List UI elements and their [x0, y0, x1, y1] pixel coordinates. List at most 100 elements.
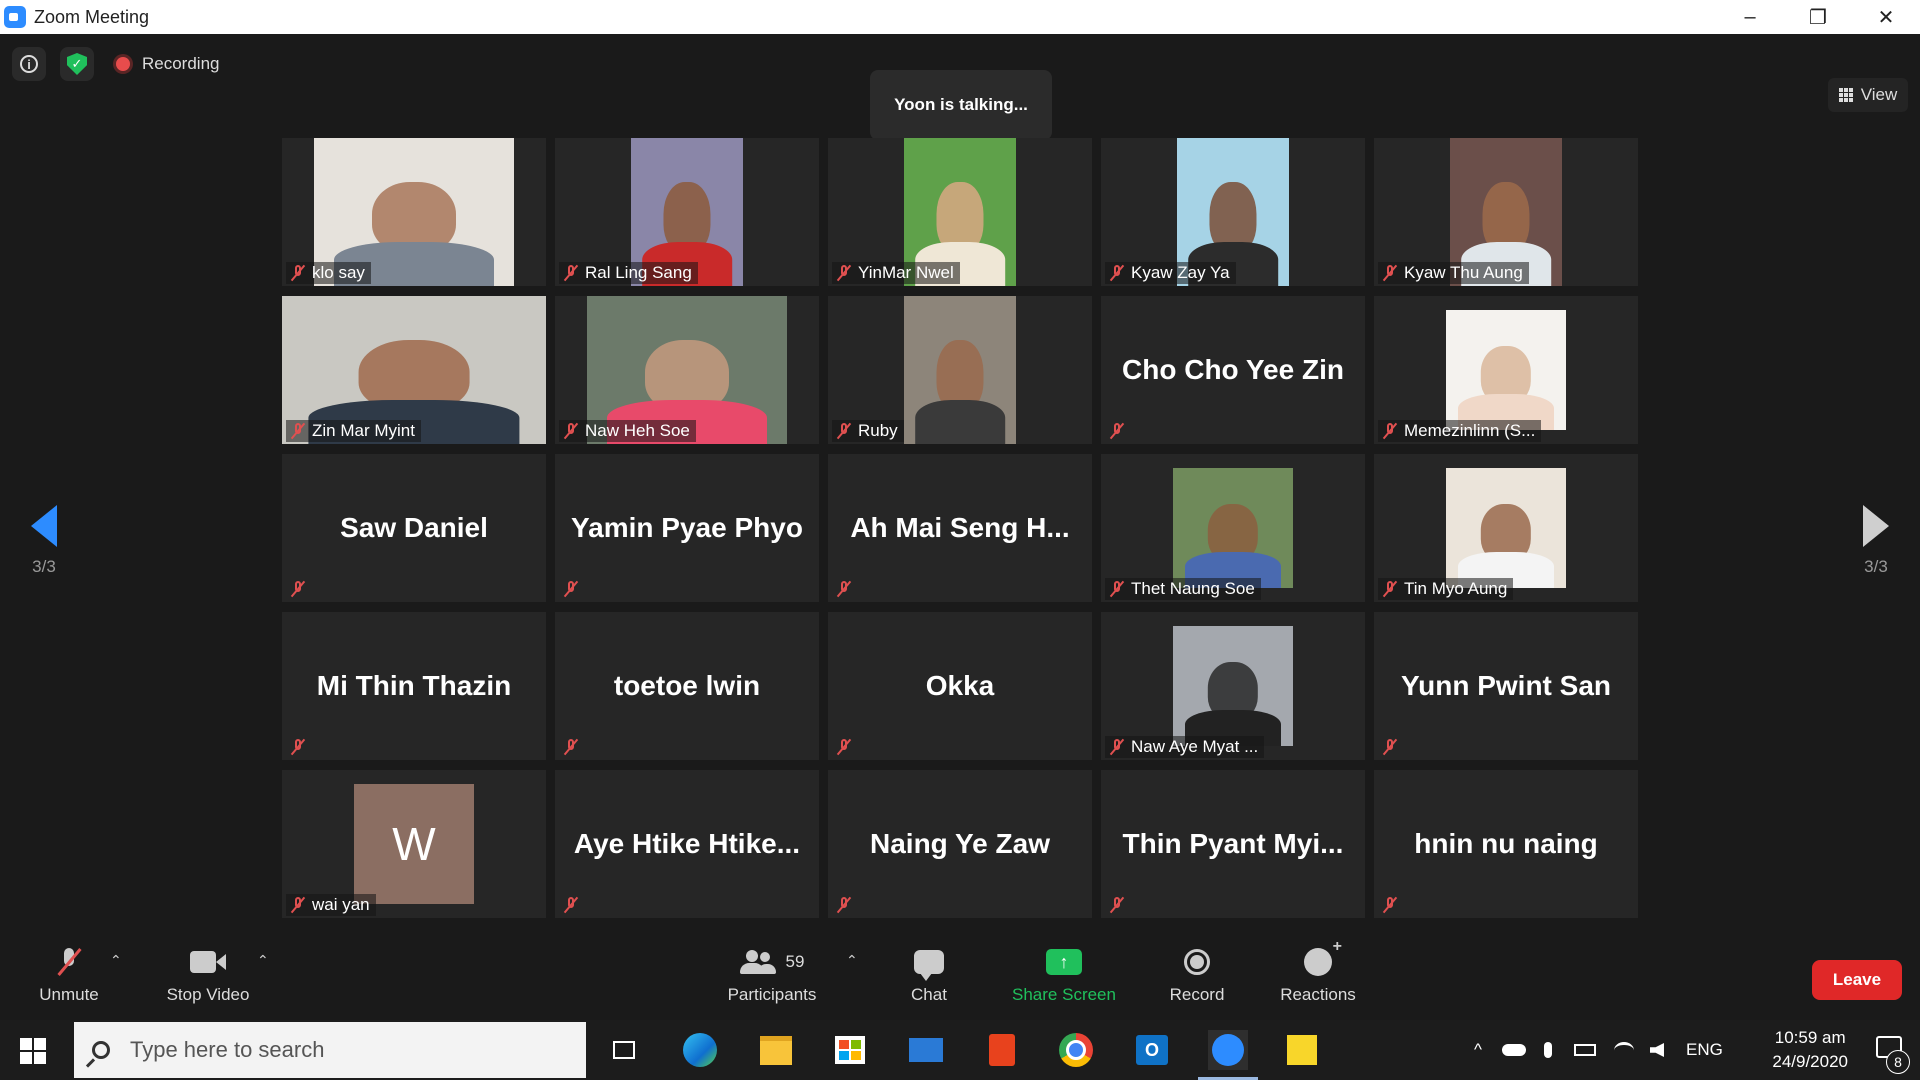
outlook-icon[interactable]: O [1132, 1030, 1172, 1070]
participant-name-label [559, 578, 591, 600]
participant-tile[interactable]: Saw Daniel [282, 454, 546, 602]
participant-display-name: Thin Pyant Myi... [1122, 828, 1344, 859]
participant-tile[interactable]: Naing Ye Zaw [828, 770, 1092, 918]
participant-tile[interactable]: Memezinlinn (S... [1374, 296, 1638, 444]
participant-tile[interactable]: hnin nu naing [1374, 770, 1638, 918]
participant-name: Tin Myo Aung [1404, 579, 1508, 598]
clock-time: 10:59 am [1774, 1028, 1846, 1047]
minimize-button[interactable]: – [1716, 0, 1784, 34]
participant-tile[interactable]: Ah Mai Seng H... [828, 454, 1092, 602]
microphone-tray-icon[interactable] [1543, 1042, 1552, 1058]
file-explorer-icon[interactable] [756, 1030, 796, 1070]
participant-tile[interactable]: Tin Myo Aung [1374, 454, 1638, 602]
volume-icon[interactable] [1649, 1043, 1664, 1057]
microphone-muted-icon [290, 896, 306, 914]
participant-tile[interactable]: Yamin Pyae Phyo [555, 454, 819, 602]
unmute-button[interactable]: Unmute [22, 940, 116, 1020]
recording-indicator[interactable]: Recording [116, 47, 220, 81]
audio-options-caret-icon[interactable]: ⌃ [110, 952, 122, 969]
battery-icon[interactable] [1573, 1044, 1596, 1056]
participants-count: 59 [785, 952, 805, 971]
participant-tile[interactable]: Yunn Pwint San [1374, 612, 1638, 760]
participant-video [1446, 468, 1566, 588]
participant-tile[interactable]: Wwai yan [282, 770, 546, 918]
reactions-smiley-icon [1304, 938, 1342, 976]
zoom-app-icon [4, 6, 26, 28]
microphone-muted-icon [1382, 738, 1398, 756]
participant-tile[interactable]: toetoe lwin [555, 612, 819, 760]
office-icon[interactable] [982, 1030, 1022, 1070]
wifi-icon[interactable] [1613, 1041, 1634, 1059]
next-page-button[interactable]: 3/3 [1846, 505, 1906, 577]
video-gallery: klo say Ral Ling Sang YinMar Nwel Kyaw Zay … [282, 138, 1638, 918]
chat-button[interactable]: Chat [904, 940, 954, 1020]
participant-tile[interactable]: Ral Ling Sang [555, 138, 819, 286]
participant-tile[interactable]: Zin Mar Myint [282, 296, 546, 444]
microphone-muted-icon [836, 896, 852, 914]
task-view-icon[interactable] [604, 1030, 644, 1070]
participant-tile[interactable]: Mi Thin Thazin [282, 612, 546, 760]
edge-icon[interactable] [680, 1030, 720, 1070]
microphone-muted-icon [1382, 422, 1398, 440]
participant-name-label [559, 894, 591, 916]
restore-button[interactable]: ❐ [1784, 0, 1852, 34]
taskbar-clock[interactable]: 10:59 am 24/9/2020 [1772, 1026, 1848, 1074]
participant-tile[interactable]: Thin Pyant Myi... [1101, 770, 1365, 918]
mail-icon[interactable] [906, 1030, 946, 1070]
participant-display-name: Mi Thin Thazin [316, 670, 512, 701]
reactions-button[interactable]: Reactions [1276, 938, 1360, 1020]
microphone-muted-icon [290, 264, 306, 282]
participant-display-name: Saw Daniel [340, 512, 488, 543]
participant-tile[interactable]: Aye Htike Htike... [555, 770, 819, 918]
participant-video [904, 296, 1016, 444]
share-screen-button[interactable]: ↑ Share Screen [1008, 940, 1120, 1020]
close-button[interactable]: ✕ [1852, 0, 1920, 34]
video-options-caret-icon[interactable]: ⌃ [257, 952, 269, 969]
store-icon[interactable] [830, 1030, 870, 1070]
participants-button[interactable]: 59 Participants [718, 940, 826, 1020]
chrome-icon[interactable] [1056, 1030, 1096, 1070]
participants-options-caret-icon[interactable]: ⌃ [846, 952, 858, 969]
participant-name: Kyaw Thu Aung [1404, 263, 1523, 282]
leave-button[interactable]: Leave [1812, 960, 1902, 1000]
encryption-button[interactable]: ✓ [60, 47, 94, 81]
share-screen-icon: ↑ [1046, 949, 1082, 975]
shield-check-icon: ✓ [67, 53, 87, 75]
meeting-info-button[interactable]: i [12, 47, 46, 81]
recording-label: Recording [142, 54, 220, 73]
participant-name: Naw Aye Myat ... [1131, 737, 1259, 756]
participant-tile[interactable]: klo say [282, 138, 546, 286]
participant-name-label [1378, 894, 1410, 916]
participant-tile[interactable]: Thet Naung Soe [1101, 454, 1365, 602]
notification-count-badge: 8 [1886, 1050, 1910, 1074]
participant-name: klo say [312, 263, 365, 282]
zoom-icon[interactable] [1198, 1030, 1258, 1080]
stop-video-label: Stop Video [166, 985, 250, 1004]
participant-tile[interactable]: Cho Cho Yee Zin [1101, 296, 1365, 444]
participant-tile[interactable]: Kyaw Zay Ya [1101, 138, 1365, 286]
participant-tile[interactable]: Okka [828, 612, 1092, 760]
participant-tile[interactable]: Ruby [828, 296, 1092, 444]
participant-video [1173, 626, 1293, 746]
participant-display-name: Naing Ye Zaw [870, 828, 1050, 859]
record-label: Record [1169, 985, 1225, 1004]
view-button[interactable]: View [1828, 78, 1908, 112]
participant-tile[interactable]: Kyaw Thu Aung [1374, 138, 1638, 286]
record-button[interactable]: Record [1166, 940, 1228, 1020]
stop-video-button[interactable]: Stop Video [156, 940, 260, 1020]
sticky-notes-icon[interactable] [1282, 1030, 1322, 1070]
windows-start-icon[interactable] [20, 1038, 46, 1064]
participant-tile[interactable]: YinMar Nwel [828, 138, 1092, 286]
window-title: Zoom Meeting [34, 6, 150, 27]
language-indicator[interactable]: ENG [1686, 1040, 1723, 1060]
participant-tile[interactable]: Naw Heh Soe [555, 296, 819, 444]
taskbar-search-box[interactable]: Type here to search [74, 1022, 586, 1078]
participant-tile[interactable]: Naw Aye Myat ... [1101, 612, 1365, 760]
participant-video [1173, 468, 1293, 588]
participant-name-label: Memezinlinn (S... [1378, 420, 1542, 442]
onedrive-icon[interactable] [1501, 1044, 1526, 1056]
previous-page-button[interactable]: 3/3 [14, 505, 74, 577]
chevron-up-icon[interactable]: ^ [1474, 1040, 1482, 1060]
meeting-topbar: i ✓ Recording Yoon is talking... View [0, 34, 1920, 140]
video-camera-icon [190, 951, 226, 973]
